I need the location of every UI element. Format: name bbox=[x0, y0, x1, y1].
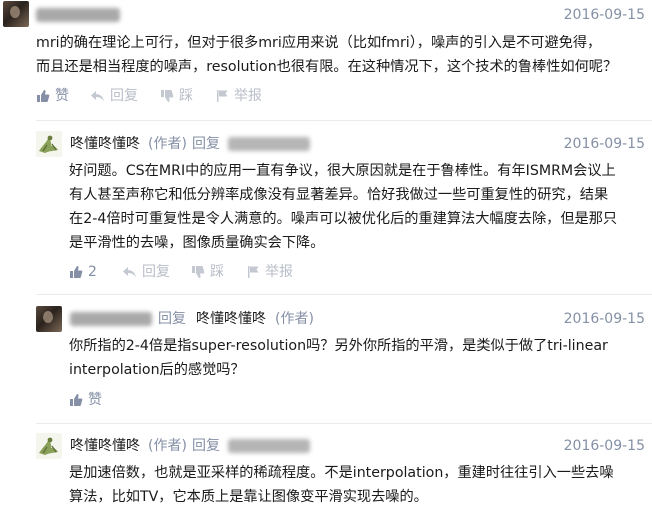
comment-line: 而且还是相当程度的噪声，resolution也很有限。在这种情况下，这个技术的鲁… bbox=[36, 59, 618, 75]
comment-line: mri的确在理论上可行，但对于很多mri应用来说（比如fmri），噪声的引入是不… bbox=[36, 35, 602, 51]
author-name-redacted[interactable] bbox=[36, 8, 120, 22]
comment-body: 好问题。CS在MRI中的应用一直有争议，很大原因就是在于鲁棒性。有年ISMRM会… bbox=[69, 159, 617, 255]
comment-line: 好问题。CS在MRI中的应用一直有争议，很大原因就是在于鲁棒性。有年ISMRM会… bbox=[69, 163, 616, 179]
author-name-redacted[interactable] bbox=[70, 312, 152, 326]
comment-line: 你所指的2-4倍是指super-resolution吗？另外你所指的平滑，是类似… bbox=[69, 338, 608, 354]
avatar[interactable] bbox=[36, 131, 62, 157]
comment-2: 咚懂咚懂咚 (作者) 回复 2016-09-15 好问题。CS在MRI中的应用一… bbox=[0, 131, 652, 291]
comment-header: 咚懂咚懂咚 (作者) 回复 2016-09-15 bbox=[0, 433, 652, 461]
reply-arrow-icon bbox=[91, 90, 104, 101]
comment-header: 2016-09-15 bbox=[0, 1, 652, 29]
comment-date: 2016-09-15 bbox=[563, 7, 645, 23]
avatar[interactable] bbox=[36, 433, 62, 459]
reply-target-redacted[interactable] bbox=[228, 137, 310, 151]
comment-body: mri的确在理论上可行，但对于很多mri应用来说（比如fmri），噪声的引入是不… bbox=[36, 31, 617, 79]
reply-target-redacted[interactable] bbox=[228, 439, 310, 453]
reply-button[interactable]: 回复 bbox=[122, 262, 170, 282]
comment-line: 在2-4倍时可重复性是令人满意的。噪声可以被优化后的重建算法大幅度去除，但是那只 bbox=[69, 211, 618, 227]
flag-icon bbox=[217, 90, 228, 102]
reply-target-name[interactable]: 咚懂咚懂咚 bbox=[196, 309, 266, 329]
flag-icon bbox=[248, 266, 259, 278]
author-name[interactable]: 咚懂咚懂咚 bbox=[70, 436, 140, 456]
comment-line: 算法，比如TV，它本质上是靠让图像变平滑实现去噪的。 bbox=[69, 489, 428, 505]
comment-actions: 2 回复 踩 举报 bbox=[0, 262, 652, 282]
comment-4: 咚懂咚懂咚 (作者) 回复 2016-09-15 是加速倍数，也就是亚采样的稀疏… bbox=[0, 433, 652, 510]
comment-actions: 赞 回复 踩 举报 bbox=[0, 86, 652, 106]
comment-line: interpolation后的感觉吗？ bbox=[69, 362, 245, 378]
reply-to-label: 回复 bbox=[158, 311, 186, 327]
like-count: 2 bbox=[88, 264, 97, 280]
comment-line: 是平滑性的去噪，图像质量确实会下降。 bbox=[69, 235, 325, 251]
reply-label: 回复 bbox=[110, 88, 138, 104]
avatar[interactable] bbox=[36, 306, 62, 332]
report-label: 举报 bbox=[234, 88, 262, 104]
comment-3: 回复 咚懂咚懂咚 (作者) 2016-09-15 你所指的2-4倍是指super… bbox=[0, 306, 652, 416]
comment-line: 有人甚至声称它和低分辨率成像没有显著差异。恰好我做过一些可重复性的研究，结果 bbox=[69, 187, 609, 203]
divider bbox=[36, 120, 652, 121]
author-badge: (作者) bbox=[148, 136, 187, 152]
comment-header: 咚懂咚懂咚 (作者) 回复 2016-09-15 bbox=[0, 131, 652, 159]
report-button[interactable]: 举报 bbox=[216, 86, 262, 106]
reply-arrow-icon bbox=[123, 266, 136, 277]
comment-1: 2016-09-15 mri的确在理论上可行，但对于很多mri应用来说（比如fm… bbox=[0, 0, 652, 110]
comment-body: 是加速倍数，也就是亚采样的稀疏程度。不是interpolation，重建时往往引… bbox=[69, 461, 614, 509]
report-button[interactable]: 举报 bbox=[247, 262, 293, 282]
divider bbox=[36, 294, 652, 295]
thumbs-down-icon bbox=[192, 266, 205, 278]
thumbs-up-icon bbox=[70, 266, 83, 278]
like-button[interactable]: 2 bbox=[69, 262, 97, 282]
divider bbox=[36, 423, 652, 424]
comment-actions: 赞 bbox=[0, 390, 652, 410]
dislike-button[interactable]: 踩 bbox=[191, 262, 224, 282]
report-label: 举报 bbox=[265, 264, 293, 280]
like-label: 赞 bbox=[55, 88, 69, 104]
comment-date: 2016-09-15 bbox=[563, 438, 645, 454]
reply-button[interactable]: 回复 bbox=[90, 86, 138, 106]
dislike-button[interactable]: 踩 bbox=[160, 86, 193, 106]
like-label: 赞 bbox=[88, 392, 102, 408]
comment-date: 2016-09-15 bbox=[563, 311, 645, 327]
like-button[interactable]: 赞 bbox=[69, 390, 102, 410]
thumbs-up-icon bbox=[37, 90, 50, 102]
thumbs-down-icon bbox=[161, 90, 174, 102]
comment-body: 你所指的2-4倍是指super-resolution吗？另外你所指的平滑，是类似… bbox=[69, 334, 608, 382]
avatar[interactable] bbox=[3, 1, 29, 27]
comment-line: 是加速倍数，也就是亚采样的稀疏程度。不是interpolation，重建时往往引… bbox=[69, 465, 614, 481]
reply-to-label: 回复 bbox=[192, 136, 220, 152]
dislike-label: 踩 bbox=[179, 88, 193, 104]
thumbs-up-icon bbox=[70, 394, 83, 406]
reply-to-label: 回复 bbox=[192, 438, 220, 454]
like-button[interactable]: 赞 bbox=[36, 86, 69, 106]
avatar-illustration bbox=[39, 135, 58, 153]
reply-label: 回复 bbox=[142, 264, 170, 280]
author-name[interactable]: 咚懂咚懂咚 bbox=[70, 134, 140, 154]
avatar-illustration bbox=[39, 437, 58, 455]
comment-date: 2016-09-15 bbox=[563, 136, 645, 152]
reply-target-badge: (作者) bbox=[275, 311, 314, 327]
dislike-label: 踩 bbox=[210, 264, 224, 280]
comment-header: 回复 咚懂咚懂咚 (作者) 2016-09-15 bbox=[0, 306, 652, 334]
author-badge: (作者) bbox=[148, 438, 187, 454]
